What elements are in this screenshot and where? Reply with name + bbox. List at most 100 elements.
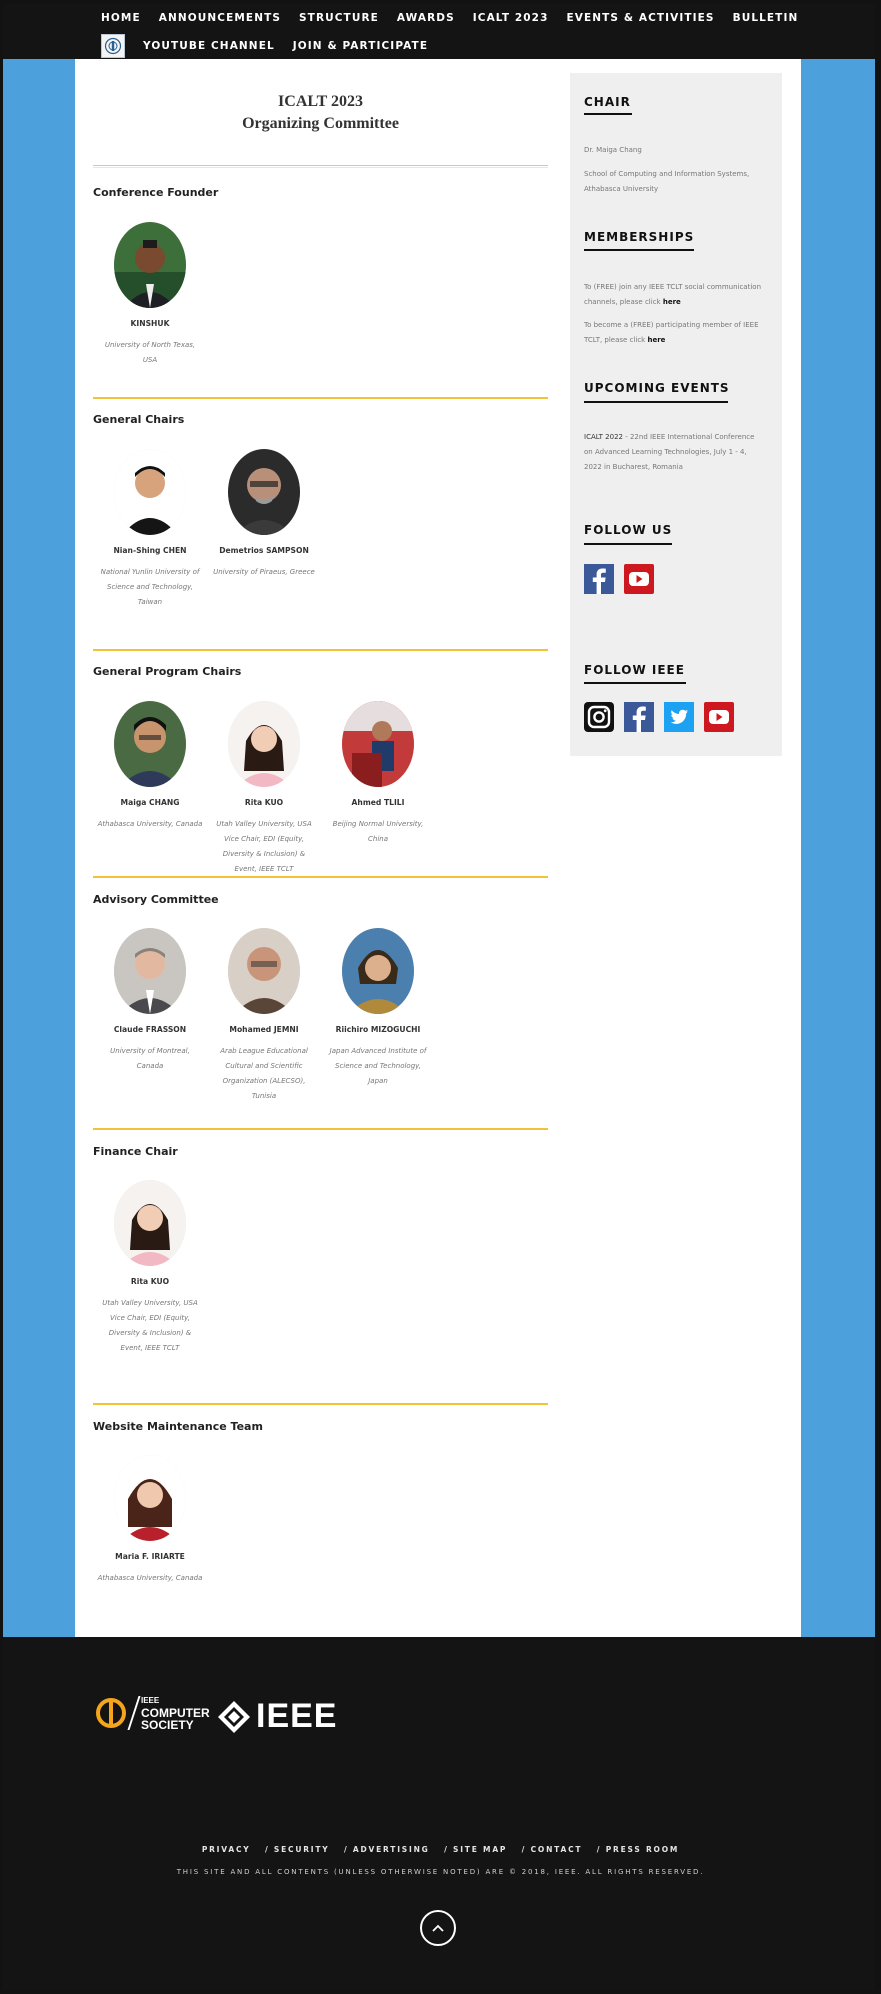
- footer-link-press-room[interactable]: / PRESS ROOM: [597, 1845, 679, 1854]
- person-affiliation: University of North Texas, USA: [104, 341, 196, 364]
- nav-item-icalt-2023[interactable]: ICALT 2023: [473, 12, 549, 24]
- person-card: KINSHUK University of North Texas, USA: [95, 222, 205, 368]
- nav-item-awards[interactable]: AWARDS: [397, 12, 455, 24]
- section-title-founder: Conference Founder: [93, 186, 219, 199]
- section-title-general-chairs: General Chairs: [93, 413, 185, 426]
- scroll-to-top-button[interactable]: [420, 1910, 456, 1946]
- ieee-diamond-icon: [218, 1700, 250, 1733]
- computer-society-wordmark: IEEE COMPUTER SOCIETY: [141, 1695, 210, 1731]
- facebook-icon[interactable]: [584, 564, 614, 594]
- membership-participate-text: To become a (FREE) participating member …: [584, 318, 764, 348]
- role-line: Vice Chair, EDI (Equity, Diversity & Inc…: [108, 1314, 192, 1352]
- footer-link-advertising[interactable]: / ADVERTISING: [344, 1845, 430, 1854]
- avatar: [114, 449, 186, 535]
- person-card: Demetrios SAMPSON University of Piraeus,…: [209, 449, 319, 580]
- avatar: [114, 928, 186, 1014]
- top-navigation: HOME ANNOUNCEMENTS STRUCTURE AWARDS ICAL…: [3, 4, 875, 59]
- chair-name: Dr. Maiga Chang: [584, 146, 642, 154]
- event-item[interactable]: ICALT 2022 - 22nd IEEE International Con…: [584, 430, 764, 475]
- nav-item-bulletin[interactable]: BULLETIN: [733, 12, 799, 24]
- heading-underline: [584, 249, 694, 251]
- event-name: ICALT 2022: [584, 433, 623, 441]
- person-affiliation: Utah Valley University, USA Vice Chair, …: [209, 817, 319, 877]
- heading-underline: [584, 543, 672, 545]
- sidebar: CHAIR Dr. Maiga Chang School of Computin…: [570, 73, 782, 756]
- nav-item-structure[interactable]: STRUCTURE: [299, 12, 379, 24]
- person-name: Rita KUO: [130, 1277, 170, 1286]
- page-title-line1: ICALT 2023: [278, 93, 363, 110]
- person-name: Mohamed JEMNI: [229, 1025, 299, 1034]
- section-title-advisory: Advisory Committee: [93, 893, 219, 906]
- membership-social-link[interactable]: here: [663, 298, 681, 306]
- nav-row-primary: HOME ANNOUNCEMENTS STRUCTURE AWARDS ICAL…: [101, 12, 816, 24]
- nav-item-home[interactable]: HOME: [101, 12, 141, 24]
- heading-underline: [584, 113, 632, 115]
- avatar: [228, 928, 300, 1014]
- nav-item-join-participate[interactable]: JOIN & PARTICIPATE: [293, 40, 428, 52]
- avatar: [114, 222, 186, 308]
- ieee-wordmark: IEEE: [256, 1697, 338, 1735]
- facebook-icon[interactable]: [624, 702, 654, 732]
- person-affiliation: Athabasca University, Canada: [97, 820, 203, 828]
- person-card: Mohamed JEMNI Arab League Educational Cu…: [209, 928, 319, 1104]
- role-line: Vice Chair, EDI (Equity, Diversity & Inc…: [222, 835, 306, 873]
- heading-underline: [584, 401, 728, 403]
- tclt-logo-icon[interactable]: [101, 34, 125, 58]
- person-card: Ahmed TLILI Beijing Normal University, C…: [323, 701, 433, 847]
- copyright-text: THIS SITE AND ALL CONTENTS (UNLESS OTHER…: [176, 1868, 705, 1876]
- instagram-icon[interactable]: [584, 702, 614, 732]
- nav-item-announcements[interactable]: ANNOUNCEMENTS: [159, 12, 281, 24]
- ieee-computer-society-logo[interactable]: IEEE COMPUTER SOCIETY: [95, 1695, 210, 1731]
- footer-link-contact[interactable]: / CONTACT: [522, 1845, 583, 1854]
- membership-social-text: To (FREE) join any IEEE TCLT social comm…: [584, 280, 764, 310]
- section-title-finance: Finance Chair: [93, 1145, 178, 1158]
- person-name: KINSHUK: [130, 319, 170, 328]
- section-divider: [93, 1403, 548, 1405]
- footer-links: PRIVACY / SECURITY / ADVERTISING / SITE …: [0, 1845, 881, 1854]
- youtube-icon[interactable]: [624, 564, 654, 594]
- sidebar-heading-follow-us: FOLLOW US: [584, 523, 673, 537]
- chevron-up-icon: [432, 1924, 444, 1932]
- section-title-program-chairs: General Program Chairs: [93, 665, 242, 678]
- person-name: Maria F. IRIARTE: [115, 1552, 185, 1561]
- person-affiliation: University of Piraeus, Greece: [213, 568, 315, 576]
- nav-item-events-activities[interactable]: EVENTS & ACTIVITIES: [567, 12, 715, 24]
- footer-link-site-map[interactable]: / SITE MAP: [444, 1845, 507, 1854]
- person-card: Nian-Shing CHEN National Yunlin Universi…: [95, 449, 205, 610]
- person-name: Ahmed TLILI: [351, 798, 405, 807]
- nav-row-secondary: YOUTUBE CHANNEL JOIN & PARTICIPATE: [101, 34, 446, 58]
- section-divider: [93, 1128, 548, 1130]
- membership-participate-label: To become a (FREE) participating member …: [584, 321, 759, 344]
- page-title-line2: Organizing Committee: [242, 115, 399, 132]
- avatar: [114, 1180, 186, 1266]
- footer-link-privacy[interactable]: PRIVACY: [202, 1845, 251, 1854]
- person-card: Maiga CHANG Athabasca University, Canada: [95, 701, 205, 832]
- section-title-website-team: Website Maintenance Team: [93, 1420, 263, 1433]
- avatar: [228, 449, 300, 535]
- person-name: Nian-Shing CHEN: [113, 546, 187, 555]
- youtube-icon[interactable]: [704, 702, 734, 732]
- section-divider: [93, 649, 548, 651]
- person-name: Demetrios SAMPSON: [219, 546, 309, 555]
- person-affiliation: Arab League Educational Cultural and Sci…: [220, 1047, 308, 1100]
- nav-item-youtube-channel[interactable]: YOUTUBE CHANNEL: [143, 40, 275, 52]
- person-card: Maria F. IRIARTE Athabasca University, C…: [95, 1455, 205, 1586]
- avatar: [342, 928, 414, 1014]
- person-card: Claude FRASSON University of Montreal, C…: [95, 928, 205, 1074]
- person-name: Maiga CHANG: [120, 798, 180, 807]
- person-affiliation: National Yunlin University of Science an…: [100, 568, 200, 606]
- person-affiliation: Athabasca University, Canada: [97, 1574, 203, 1582]
- person-card: Rita KUO Utah Valley University, USA Vic…: [209, 701, 319, 877]
- membership-participate-link[interactable]: here: [647, 336, 665, 344]
- avatar: [342, 701, 414, 787]
- title-divider: [93, 165, 548, 168]
- heading-underline: [584, 682, 686, 684]
- sidebar-heading-chair: CHAIR: [584, 95, 631, 109]
- person-card: Riichiro MIZOGUCHI Japan Advanced Instit…: [323, 928, 433, 1089]
- person-affiliation: Beijing Normal University, China: [332, 820, 424, 843]
- twitter-icon[interactable]: [664, 702, 694, 732]
- ieee-logo[interactable]: IEEE: [216, 1697, 337, 1736]
- avatar: [228, 701, 300, 787]
- footer-link-security[interactable]: / SECURITY: [265, 1845, 330, 1854]
- avatar: [114, 701, 186, 787]
